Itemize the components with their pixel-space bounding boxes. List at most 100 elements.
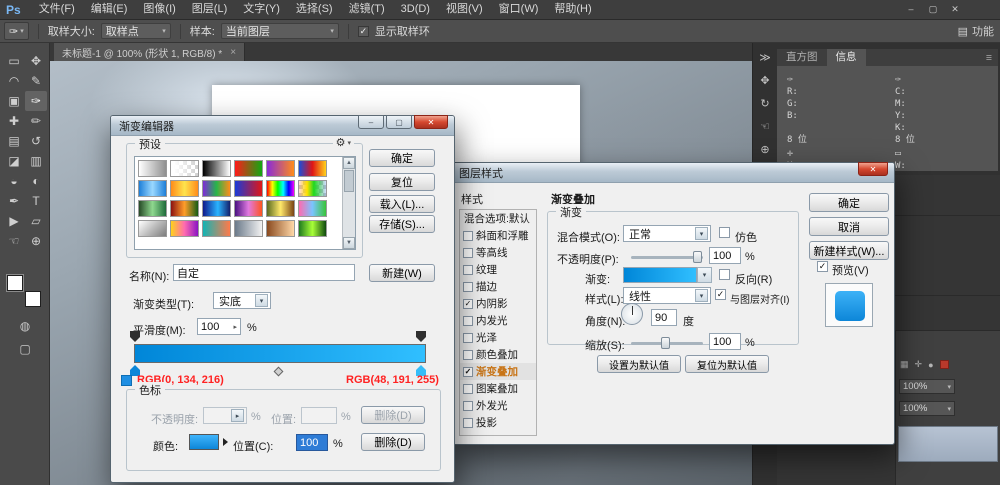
- scale-input[interactable]: 100: [709, 333, 741, 350]
- style-item-inner-glow[interactable]: 内发光: [460, 312, 536, 329]
- pen-tool[interactable]: ✒: [3, 191, 25, 211]
- contour-checkbox[interactable]: [463, 248, 473, 258]
- blending-options-item[interactable]: 混合选项:默认: [460, 210, 536, 227]
- workspace-switcher[interactable]: ▤ 功能: [958, 20, 994, 42]
- save-button[interactable]: 存储(S)...: [369, 215, 435, 233]
- opacity-stop-left[interactable]: [130, 331, 140, 342]
- gradient-preset[interactable]: [202, 160, 231, 177]
- sample-dropdown[interactable]: 当前图层 ▾: [221, 23, 339, 39]
- set-default-button[interactable]: 设置为默认值: [597, 355, 681, 373]
- foreground-color-swatch[interactable]: [7, 275, 23, 291]
- align-checkbox[interactable]: ✓: [715, 289, 726, 300]
- presets-menu[interactable]: ⚙ ▾: [333, 136, 354, 149]
- menu-edit[interactable]: 编辑(E): [83, 0, 136, 19]
- tab-info[interactable]: 信息: [827, 49, 866, 66]
- gradient-preset[interactable]: [298, 180, 327, 197]
- hand-tool[interactable]: ☜: [3, 231, 25, 251]
- scroll-up-icon[interactable]: ▲: [343, 157, 355, 169]
- layer-fill-field[interactable]: 100% ▾: [899, 401, 955, 416]
- gradient-editor-titlebar[interactable]: 渐变编辑器 – ▢ ✕: [111, 116, 454, 136]
- style-item-bevel[interactable]: 斜面和浮雕: [460, 227, 536, 244]
- gradient-preset[interactable]: [170, 200, 199, 217]
- reverse-checkbox[interactable]: [719, 269, 730, 280]
- new-button[interactable]: 新建(W): [369, 264, 435, 282]
- panel-menu-icon[interactable]: ≡: [986, 52, 998, 64]
- lock-all-icon[interactable]: ▦: [900, 359, 909, 370]
- layer-style-titlebar[interactable]: 图层样式 ✕: [451, 163, 894, 183]
- style-item-pattern-overlay[interactable]: 图案叠加: [460, 380, 536, 397]
- gradient-preset[interactable]: [138, 220, 167, 237]
- selected-layer-row[interactable]: [898, 426, 998, 462]
- restore-button[interactable]: ▢: [922, 0, 944, 19]
- scale-slider[interactable]: [631, 342, 703, 345]
- gradient-name-input[interactable]: 自定: [173, 264, 355, 281]
- bevel-checkbox[interactable]: [463, 231, 473, 241]
- pan-3d-icon[interactable]: ☜: [760, 120, 770, 133]
- layer-opacity-field[interactable]: 100% ▾: [899, 379, 955, 394]
- tab-histogram[interactable]: 直方图: [777, 49, 827, 66]
- tool-preset-picker[interactable]: ✑ ▾: [4, 22, 29, 40]
- scrollbar-thumb[interactable]: [344, 170, 354, 192]
- reset-button[interactable]: 复位: [369, 173, 435, 191]
- gradient-preset[interactable]: [202, 200, 231, 217]
- scroll-down-icon[interactable]: ▼: [343, 237, 355, 249]
- style-item-outer-glow[interactable]: 外发光: [460, 397, 536, 414]
- marquee-tool[interactable]: ▭: [3, 51, 25, 71]
- stop-location2-input[interactable]: 100: [296, 434, 328, 451]
- gradient-preset[interactable]: [138, 160, 167, 177]
- background-color-swatch[interactable]: [25, 291, 41, 307]
- menu-type[interactable]: 文字(Y): [235, 0, 288, 19]
- style-item-color-overlay[interactable]: 颜色叠加: [460, 346, 536, 363]
- texture-checkbox[interactable]: [463, 265, 473, 275]
- dialog-close-button[interactable]: ✕: [414, 115, 448, 129]
- menu-window[interactable]: 窗口(W): [491, 0, 547, 19]
- gradient-preset[interactable]: [298, 160, 327, 177]
- gradient-picker-caret[interactable]: ▾: [697, 267, 712, 283]
- crop-tool[interactable]: ▣: [3, 91, 25, 111]
- inner-shadow-checkbox[interactable]: ✓: [463, 299, 473, 309]
- quick-select-tool[interactable]: ✎: [25, 71, 47, 91]
- angle-input[interactable]: 90: [651, 309, 677, 326]
- outer-glow-checkbox[interactable]: [463, 401, 473, 411]
- stroke-checkbox[interactable]: [463, 282, 473, 292]
- gradient-preset[interactable]: [170, 180, 199, 197]
- presets-scrollbar[interactable]: ▲ ▼: [342, 157, 355, 249]
- lock-position-icon[interactable]: ✛: [915, 359, 923, 370]
- menu-select[interactable]: 选择(S): [288, 0, 341, 19]
- style-item-contour[interactable]: 等高线: [460, 244, 536, 261]
- dialog-close-button[interactable]: ✕: [858, 162, 888, 176]
- sample-size-dropdown[interactable]: 取样点 ▾: [101, 23, 171, 39]
- inner-glow-checkbox[interactable]: [463, 316, 473, 326]
- eraser-tool[interactable]: ◪: [3, 151, 25, 171]
- style-item-stroke[interactable]: 描边: [460, 278, 536, 295]
- move-tool[interactable]: ✥: [25, 51, 47, 71]
- stop-color-swatch[interactable]: [189, 434, 219, 450]
- move-3d-icon[interactable]: ✥: [760, 74, 769, 87]
- clone-stamp-tool[interactable]: ▤: [3, 131, 25, 151]
- gradient-overlay-checkbox[interactable]: ✓: [463, 367, 473, 377]
- opacity-slider[interactable]: [631, 256, 703, 259]
- blur-tool[interactable]: ◒: [3, 171, 25, 191]
- gradient-preset[interactable]: [170, 220, 199, 237]
- scale-slider-knob[interactable]: [661, 337, 670, 349]
- dither-checkbox[interactable]: [719, 227, 730, 238]
- gradient-bar[interactable]: [134, 344, 426, 363]
- zoom-tool[interactable]: ⊕: [25, 231, 47, 251]
- gradient-swatch[interactable]: [623, 267, 697, 283]
- angle-dial[interactable]: [621, 303, 643, 325]
- screen-mode-icon[interactable]: ▢: [19, 342, 30, 356]
- rotate-3d-icon[interactable]: ↻: [760, 97, 769, 110]
- pattern-overlay-checkbox[interactable]: [463, 384, 473, 394]
- document-tab[interactable]: 未标题-1 @ 100% (形状 1, RGB/8) * ×: [54, 43, 245, 61]
- menu-file[interactable]: 文件(F): [31, 0, 83, 19]
- style-item-texture[interactable]: 纹理: [460, 261, 536, 278]
- gradient-preset[interactable]: [234, 220, 263, 237]
- dodge-tool[interactable]: ◐: [25, 171, 47, 191]
- load-button[interactable]: 载入(L)...: [369, 195, 435, 213]
- drop-shadow-checkbox[interactable]: [463, 418, 473, 428]
- gradient-preset[interactable]: [298, 220, 327, 237]
- shape-tool[interactable]: ▱: [25, 211, 47, 231]
- style-dropdown[interactable]: 线性 ▾: [623, 287, 711, 304]
- style-item-gradient-overlay[interactable]: ✓ 渐变叠加: [460, 363, 536, 380]
- collapse-panels-icon[interactable]: ≫: [759, 51, 771, 64]
